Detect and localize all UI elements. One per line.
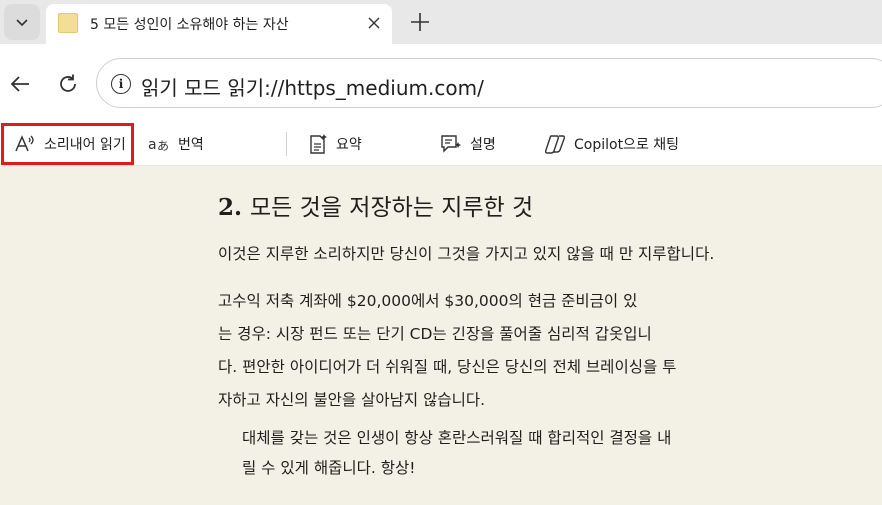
tab-strip: 5 모든 성인이 소유해야 하는 자산 [0, 0, 882, 44]
quote-line: 대체를 갖는 것은 인생이 항상 혼란스러워질 때 합리적인 결정을 내 [242, 429, 672, 447]
paragraph: 이것은 지루한 소리하지만 당신이 그것을 가지고 있지 않을 때 만 지루합니… [218, 245, 715, 263]
block-quote: 대체를 갖는 것은 인생이 항상 혼란스러워질 때 합리적인 결정을 내 릴 수… [242, 423, 671, 483]
summarize-icon [310, 134, 327, 154]
paragraph-line: 고수익 저축 계좌에 $20,000에서 $30,000의 현금 준비금이 있 [218, 292, 638, 310]
new-tab-button[interactable] [404, 6, 436, 38]
url-text[interactable]: 읽기 모드 읽기://https_medium.com/ [141, 72, 484, 101]
copilot-icon [544, 135, 566, 154]
reader-article: 2. 모든 것을 저장하는 지루한 것 이것은 지루한 소리하지만 당신이 그것을… [0, 166, 882, 505]
refresh-button[interactable] [50, 66, 86, 102]
read-aloud-icon [15, 135, 34, 152]
svg-text:a: a [148, 137, 157, 153]
page-favicon-icon [58, 13, 78, 33]
summarize-button[interactable]: 요약 [308, 122, 362, 166]
heading-text: 모든 것을 저장하는 지루한 것 [250, 195, 534, 221]
refresh-icon [60, 74, 76, 92]
copilot-chat-label: Copilot으로 채팅 [574, 137, 680, 153]
heading-number: 2. [218, 194, 243, 221]
paragraph-line: 자하고 자신의 불안을 살아남지 않습니다. [218, 391, 486, 409]
back-button[interactable] [2, 66, 38, 102]
tab-close-button[interactable] [364, 13, 384, 33]
chevron-down-icon [16, 19, 28, 27]
read-aloud-button[interactable]: 소리내어 읽기 [1, 123, 134, 165]
paragraph-line: 는 경우: 시장 펀드 또는 단기 CD는 긴장을 풀어줄 심리적 갑옷입니 [218, 325, 652, 343]
paragraph: 고수익 저축 계좌에 $20,000에서 $30,000의 현금 준비금이 있 … [218, 285, 676, 417]
site-info-icon[interactable]: i [111, 74, 131, 94]
toolbar-divider [286, 132, 287, 156]
active-tab[interactable]: 5 모든 성인이 소유해야 하는 자산 [46, 4, 392, 44]
copilot-chat-button[interactable]: Copilot으로 채팅 [544, 122, 679, 166]
summarize-label: 요약 [336, 137, 362, 153]
section-heading: 2. 모든 것을 저장하는 지루한 것 [218, 188, 533, 222]
explain-label: 설명 [470, 137, 496, 153]
address-bar[interactable]: i 읽기 모드 읽기://https_medium.com/ [96, 58, 882, 108]
explain-button[interactable]: 설명 [440, 122, 496, 166]
close-icon [368, 17, 380, 29]
tab-list-button[interactable] [4, 4, 40, 40]
immersive-reader-toolbar: 소리내어 읽기 aあ 번역 요약 설명 Copilot으로 채팅 [0, 122, 882, 166]
quote-line: 릴 수 있게 해줍니다. 항상! [242, 459, 416, 477]
paragraph-line: 다. 편안한 아이디어가 더 쉬워질 때, 당신은 당신의 전체 브레이싱을 투 [218, 358, 677, 376]
explain-icon [441, 135, 461, 153]
translate-icon: aあ [148, 137, 169, 153]
read-aloud-label: 소리내어 읽기 [44, 137, 126, 153]
tab-title: 5 모든 성인이 소유해야 하는 자산 [90, 17, 289, 33]
plus-icon [411, 13, 429, 31]
translate-label: 번역 [178, 137, 204, 153]
svg-text:あ: あ [157, 139, 169, 153]
back-arrow-icon [10, 76, 29, 92]
translate-button[interactable]: aあ 번역 [148, 122, 204, 166]
navigation-bar: i 읽기 모드 읽기://https_medium.com/ [0, 44, 882, 122]
